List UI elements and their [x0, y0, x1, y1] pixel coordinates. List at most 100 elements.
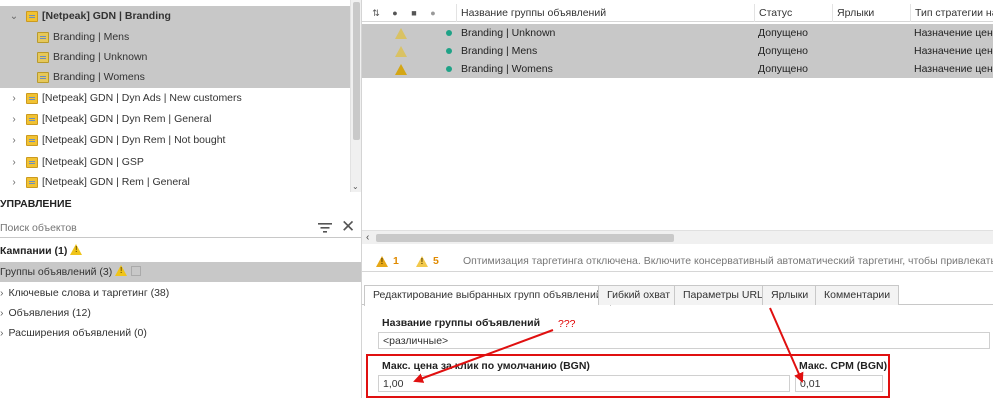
- management-nav-item[interactable]: › Расширения объявлений (0): [0, 323, 361, 343]
- tree-item-label: Branding | Womens: [53, 71, 145, 83]
- open-in-icon[interactable]: [131, 266, 142, 276]
- grid-scrollbar-thumb[interactable]: [376, 234, 674, 242]
- column-header-status[interactable]: Статус: [754, 4, 832, 22]
- ad-group-name-label: Название группы объявлений: [382, 317, 541, 329]
- chevron-right-icon[interactable]: ›: [0, 307, 4, 319]
- grid-cell-name: Branding | Mens: [461, 45, 538, 57]
- chevron-right-icon[interactable]: ›: [9, 152, 19, 173]
- tree-campaign-row[interactable]: › [Netpeak] GDN | Dyn Rem | General: [0, 109, 350, 130]
- management-nav-item[interactable]: › Объявления (12): [0, 303, 361, 323]
- management-nav-label: Кампании (1): [0, 245, 68, 257]
- campaign-icon: [26, 135, 38, 146]
- warning-icon: [115, 265, 128, 276]
- scroll-down-icon[interactable]: ⌄: [352, 183, 359, 191]
- status-column-icon[interactable]: ●: [425, 4, 441, 22]
- error-icon: [376, 256, 388, 267]
- campaign-icon: [26, 114, 38, 125]
- grid-header: ⇅ ● ■ ● Название группы объявлений Стату…: [362, 4, 993, 22]
- warning-icon: [70, 244, 83, 255]
- tab-labels[interactable]: Ярлыки: [762, 285, 818, 305]
- status-active-icon: [446, 66, 452, 72]
- tree-ad-group-row[interactable]: Branding | Mens: [0, 27, 350, 48]
- error-column-icon[interactable]: ●: [387, 4, 403, 22]
- grid-cell-strategy: Назначение цены: [914, 63, 993, 75]
- chevron-right-icon[interactable]: ›: [0, 287, 4, 299]
- tree-item-label: [Netpeak] GDN | Rem | General: [42, 176, 190, 188]
- ad-group-icon: [37, 32, 49, 43]
- filter-icon[interactable]: [318, 222, 332, 234]
- scroll-left-icon[interactable]: ‹: [366, 232, 369, 244]
- comment-column-icon[interactable]: ■: [406, 4, 422, 22]
- warning-icon[interactable]: [395, 46, 407, 57]
- warning-icon: [416, 256, 428, 267]
- ad-group-icon: [37, 72, 49, 83]
- tab-edit-selected[interactable]: Редактирование выбранных групп объявлени…: [364, 285, 611, 306]
- ad-group-name-field[interactable]: [378, 332, 990, 349]
- tree-item-label: [Netpeak] GDN | GSP: [42, 156, 144, 168]
- tree-ad-group-row[interactable]: Branding | Womens: [0, 67, 350, 88]
- management-nav-item[interactable]: Кампании (1): [0, 241, 361, 261]
- chevron-right-icon[interactable]: ›: [9, 88, 19, 109]
- warning-icon[interactable]: [395, 64, 407, 75]
- tree-campaign-row[interactable]: › [Netpeak] GDN | GSP: [0, 152, 350, 173]
- chevron-right-icon[interactable]: ›: [9, 130, 19, 151]
- tab-flexible-reach[interactable]: Гибкий охват: [598, 285, 680, 305]
- management-nav-label: Объявления (12): [8, 307, 91, 319]
- error-count[interactable]: 1: [393, 250, 399, 272]
- grid-cell-strategy: Назначение цены: [914, 45, 993, 57]
- tree-scrollbar-thumb[interactable]: [353, 2, 360, 140]
- tab-comments[interactable]: Комментарии: [815, 285, 900, 305]
- tree-campaign-row[interactable]: ⌄ [Netpeak] GDN | Branding: [0, 6, 350, 27]
- management-nav-item[interactable]: Группы объявлений (3): [0, 262, 361, 282]
- campaign-tree: ⌄ [Netpeak] GDN | Branding Branding | Mens…: [0, 0, 350, 192]
- tree-item-label: [Netpeak] GDN | Dyn Ads | New customers: [42, 92, 242, 104]
- object-search-input[interactable]: [0, 220, 300, 236]
- chevron-down-icon[interactable]: ⌄: [9, 6, 19, 27]
- editor-tabs: Редактирование выбранных групп объявлени…: [362, 285, 993, 306]
- grid-horizontal-scrollbar[interactable]: ‹: [362, 230, 993, 244]
- warning-count[interactable]: 5: [433, 250, 439, 272]
- tree-scrollbar[interactable]: ⌄: [350, 0, 361, 192]
- max-cpc-field[interactable]: [378, 375, 790, 392]
- notification-message: Оптимизация таргетинга отключена. Включи…: [463, 255, 993, 267]
- management-nav-item[interactable]: › Ключевые слова и таргетинг (38): [0, 283, 361, 303]
- campaign-icon: [26, 177, 38, 188]
- status-active-icon: [446, 30, 452, 36]
- tab-url-params[interactable]: Параметры URL: [674, 285, 772, 305]
- object-search: [0, 218, 361, 238]
- status-active-icon: [446, 48, 452, 54]
- tree-campaign-row[interactable]: › [Netpeak] GDN | Dyn Ads | New customers: [0, 88, 350, 109]
- grid-row[interactable]: Branding | Mens Допущено Назначение цены: [362, 42, 993, 60]
- tree-campaign-row[interactable]: › [Netpeak] GDN | Rem | General: [0, 172, 350, 192]
- grid-row[interactable]: Branding | Unknown Допущено Назначение цен…: [362, 24, 993, 42]
- chevron-right-icon[interactable]: ›: [9, 109, 19, 130]
- tree-item-label: Branding | Unknown: [53, 51, 148, 63]
- grid-cell-strategy: Назначение цены: [914, 27, 993, 39]
- grid-row[interactable]: Branding | Womens Допущено Назначение цены: [362, 60, 993, 78]
- notification-bar[interactable]: 1 5 Оптимизация таргетинга отключена. Вк…: [362, 250, 993, 272]
- grid-cell-name: Branding | Womens: [461, 63, 553, 75]
- max-cpm-field[interactable]: [795, 375, 883, 392]
- annotation-question-marks: ???: [558, 318, 576, 330]
- campaign-icon: [26, 93, 38, 104]
- column-header-name[interactable]: Название группы объявлений: [456, 4, 754, 22]
- column-header-labels[interactable]: Ярлыки: [832, 4, 910, 22]
- tree-ad-group-row[interactable]: Branding | Unknown: [0, 47, 350, 68]
- chevron-right-icon[interactable]: ›: [9, 172, 19, 192]
- tree-item-label: Branding | Mens: [53, 31, 130, 43]
- tree-item-label: [Netpeak] GDN | Dyn Rem | Not bought: [42, 134, 226, 146]
- warning-icon[interactable]: [395, 28, 407, 39]
- max-cpm-label: Макс. CPM (BGN): [799, 360, 888, 372]
- tree-item-label: [Netpeak] GDN | Dyn Rem | General: [42, 113, 212, 125]
- management-nav-label: Расширения объявлений (0): [8, 327, 147, 339]
- close-icon[interactable]: ✕: [341, 218, 355, 235]
- grid-cell-name: Branding | Unknown: [461, 27, 556, 39]
- management-nav-label: Ключевые слова и таргетинг (38): [8, 287, 170, 299]
- campaign-icon: [26, 157, 38, 168]
- management-title: УПРАВЛЕНИЕ: [0, 198, 72, 210]
- tree-campaign-row[interactable]: › [Netpeak] GDN | Dyn Rem | Not bought: [0, 130, 350, 151]
- ad-group-icon: [37, 52, 49, 63]
- sort-icon[interactable]: ⇅: [368, 4, 384, 22]
- column-header-strategy[interactable]: Тип стратегии на: [910, 4, 993, 22]
- chevron-right-icon[interactable]: ›: [0, 327, 4, 339]
